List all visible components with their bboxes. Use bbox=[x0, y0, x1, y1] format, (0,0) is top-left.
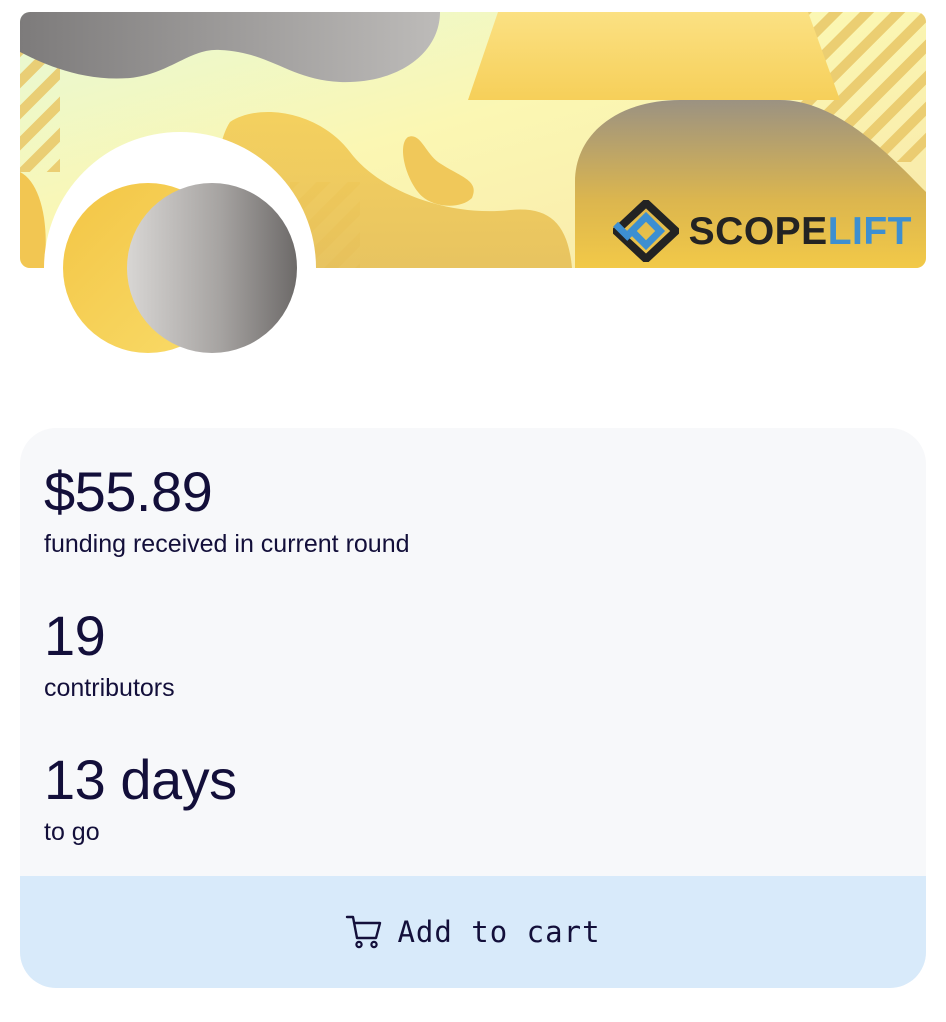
project-logo-icon bbox=[62, 182, 298, 354]
funding-stats-card: $55.89 funding received in current round… bbox=[20, 428, 926, 988]
time-left-stat: 13 days to go bbox=[44, 752, 237, 845]
add-to-cart-button[interactable]: Add to cart bbox=[20, 876, 926, 988]
brand-scope-text: SCOPE bbox=[688, 209, 828, 253]
days-left-label: to go bbox=[44, 818, 100, 846]
contributors-stat: 19 contributors bbox=[44, 608, 175, 701]
scopelift-logo-icon bbox=[612, 200, 679, 262]
funding-amount: $55.89 bbox=[44, 460, 213, 523]
funding-stat: $55.89 funding received in current round bbox=[44, 464, 410, 557]
cart-icon bbox=[345, 914, 383, 950]
contributors-count: 19 bbox=[44, 604, 106, 667]
days-left-value: 13 days bbox=[44, 748, 237, 811]
funding-label: funding received in current round bbox=[44, 530, 410, 558]
add-to-cart-label: Add to cart bbox=[397, 915, 601, 949]
contributors-label: contributors bbox=[44, 674, 175, 702]
scopelift-wordmark: SCOPELIFT bbox=[689, 212, 912, 251]
scopelift-brand: SCOPELIFT bbox=[612, 200, 912, 262]
brand-lift-text: LIFT bbox=[827, 209, 912, 253]
